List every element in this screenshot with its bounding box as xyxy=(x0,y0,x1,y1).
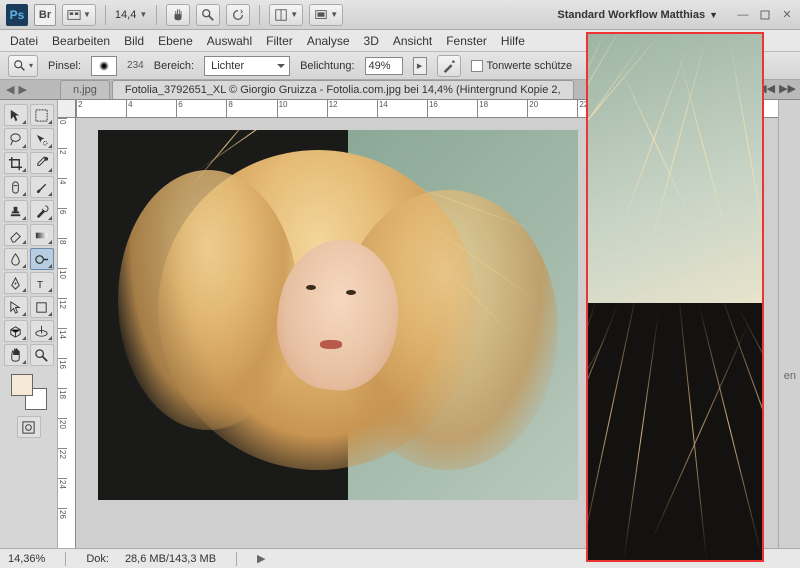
range-dropdown[interactable]: Lichter xyxy=(204,56,290,76)
rotate-view-icon[interactable] xyxy=(226,4,250,26)
status-doksize-value: 28,6 MB/143,3 MB xyxy=(125,553,216,565)
tab-prev-icon[interactable]: ◀ xyxy=(6,83,14,96)
3d-tool[interactable] xyxy=(4,320,28,342)
crop-tool[interactable] xyxy=(4,152,28,174)
menu-3d[interactable]: 3D xyxy=(364,34,379,48)
screen-mode-button[interactable]: ▼ xyxy=(309,4,343,26)
ruler-vertical[interactable]: 02468101214161820222426 xyxy=(58,118,76,548)
maximize-button[interactable] xyxy=(758,8,772,22)
protect-tones-checkbox[interactable]: Tonwerte schütze xyxy=(471,60,573,72)
titlebar: Ps Br ▼ 14,4 ▼ ▼ ▼ Standard Workflow Mat… xyxy=(0,0,800,30)
history-brush-tool[interactable] xyxy=(30,200,54,222)
svg-text:T: T xyxy=(37,280,44,291)
menu-ebene[interactable]: Ebene xyxy=(158,34,193,48)
move-tool[interactable] xyxy=(4,104,28,126)
bridge-logo-icon[interactable]: Br xyxy=(34,4,56,26)
zoom-overlay xyxy=(586,32,764,562)
menu-datei[interactable]: Datei xyxy=(10,34,38,48)
color-swatches[interactable] xyxy=(11,374,47,410)
brush-size-value: 234 xyxy=(127,60,144,71)
menu-analyse[interactable]: Analyse xyxy=(307,34,350,48)
panel-tab-hint: en xyxy=(784,370,796,382)
brush-preview-button[interactable] xyxy=(91,56,117,76)
tab-overflow-next-icon[interactable]: ▶▶ xyxy=(779,82,796,95)
type-tool[interactable]: T xyxy=(30,272,54,294)
lasso-tool[interactable] xyxy=(4,128,28,150)
brush-label: Pinsel: xyxy=(48,60,81,72)
tab-next-icon[interactable]: ▶ xyxy=(18,83,26,96)
quick-mask-toggle[interactable] xyxy=(17,416,41,438)
brush-tool[interactable] xyxy=(30,176,54,198)
current-tool-preset-icon[interactable]: ▾ xyxy=(8,55,38,77)
photoshop-logo-icon[interactable]: Ps xyxy=(6,4,28,26)
menu-filter[interactable]: Filter xyxy=(266,34,293,48)
fg-color-swatch[interactable] xyxy=(11,374,33,396)
ruler-origin[interactable] xyxy=(58,100,76,118)
airbrush-toggle-icon[interactable] xyxy=(437,55,461,77)
document-image xyxy=(98,130,578,500)
pen-tool[interactable] xyxy=(4,272,28,294)
marquee-tool[interactable] xyxy=(30,104,54,126)
menu-fenster[interactable]: Fenster xyxy=(446,34,487,48)
path-select-tool[interactable] xyxy=(4,296,28,318)
eyedropper-tool[interactable] xyxy=(30,152,54,174)
hand-tool-icon[interactable] xyxy=(166,4,190,26)
healing-tool[interactable] xyxy=(4,176,28,198)
gradient-tool[interactable] xyxy=(30,224,54,246)
zoom-overlay-dark xyxy=(588,303,762,560)
zoom-tool-icon[interactable] xyxy=(196,4,220,26)
shape-tool[interactable] xyxy=(30,296,54,318)
zoom-overlay-light xyxy=(588,34,762,303)
exposure-label: Belichtung: xyxy=(300,60,354,72)
protect-tones-label: Tonwerte schütze xyxy=(487,60,573,72)
menu-hilfe[interactable]: Hilfe xyxy=(501,34,525,48)
blur-tool[interactable] xyxy=(4,248,28,270)
toolbox: T xyxy=(0,100,58,548)
status-doksize-label: Dok: xyxy=(86,553,109,565)
zoom-tool[interactable] xyxy=(30,344,54,366)
status-zoom[interactable]: 14,36% xyxy=(8,553,45,565)
3d-camera-tool[interactable] xyxy=(30,320,54,342)
stamp-tool[interactable] xyxy=(4,200,28,222)
minimize-button[interactable]: — xyxy=(736,8,750,22)
eraser-tool[interactable] xyxy=(4,224,28,246)
workspace-switcher[interactable]: Standard Workflow Matthias ▼ xyxy=(557,9,718,21)
dodge-tool[interactable] xyxy=(30,248,54,270)
menu-bild[interactable]: Bild xyxy=(124,34,144,48)
menu-bearbeiten[interactable]: Bearbeiten xyxy=(52,34,110,48)
document-tab-active[interactable]: Fotolia_3792651_XL © Giorgio Gruizza - F… xyxy=(112,80,574,99)
close-button[interactable]: ✕ xyxy=(780,8,794,22)
launch-mini-bridge-button[interactable]: ▼ xyxy=(62,4,96,26)
exposure-flyout-icon[interactable]: ▶ xyxy=(413,57,427,75)
panel-dock[interactable]: en xyxy=(778,100,800,548)
arrange-docs-button[interactable]: ▼ xyxy=(269,4,303,26)
document-tab-inactive[interactable]: n.jpg xyxy=(60,80,110,99)
hand-tool[interactable] xyxy=(4,344,28,366)
status-flyout-icon[interactable]: ▶ xyxy=(257,552,265,565)
zoom-level-field[interactable]: 14,4 ▼ xyxy=(115,9,147,21)
exposure-field[interactable]: 49% xyxy=(365,57,403,75)
menu-auswahl[interactable]: Auswahl xyxy=(207,34,252,48)
quick-select-tool[interactable] xyxy=(30,128,54,150)
menu-ansicht[interactable]: Ansicht xyxy=(393,34,432,48)
range-label: Bereich: xyxy=(154,60,194,72)
